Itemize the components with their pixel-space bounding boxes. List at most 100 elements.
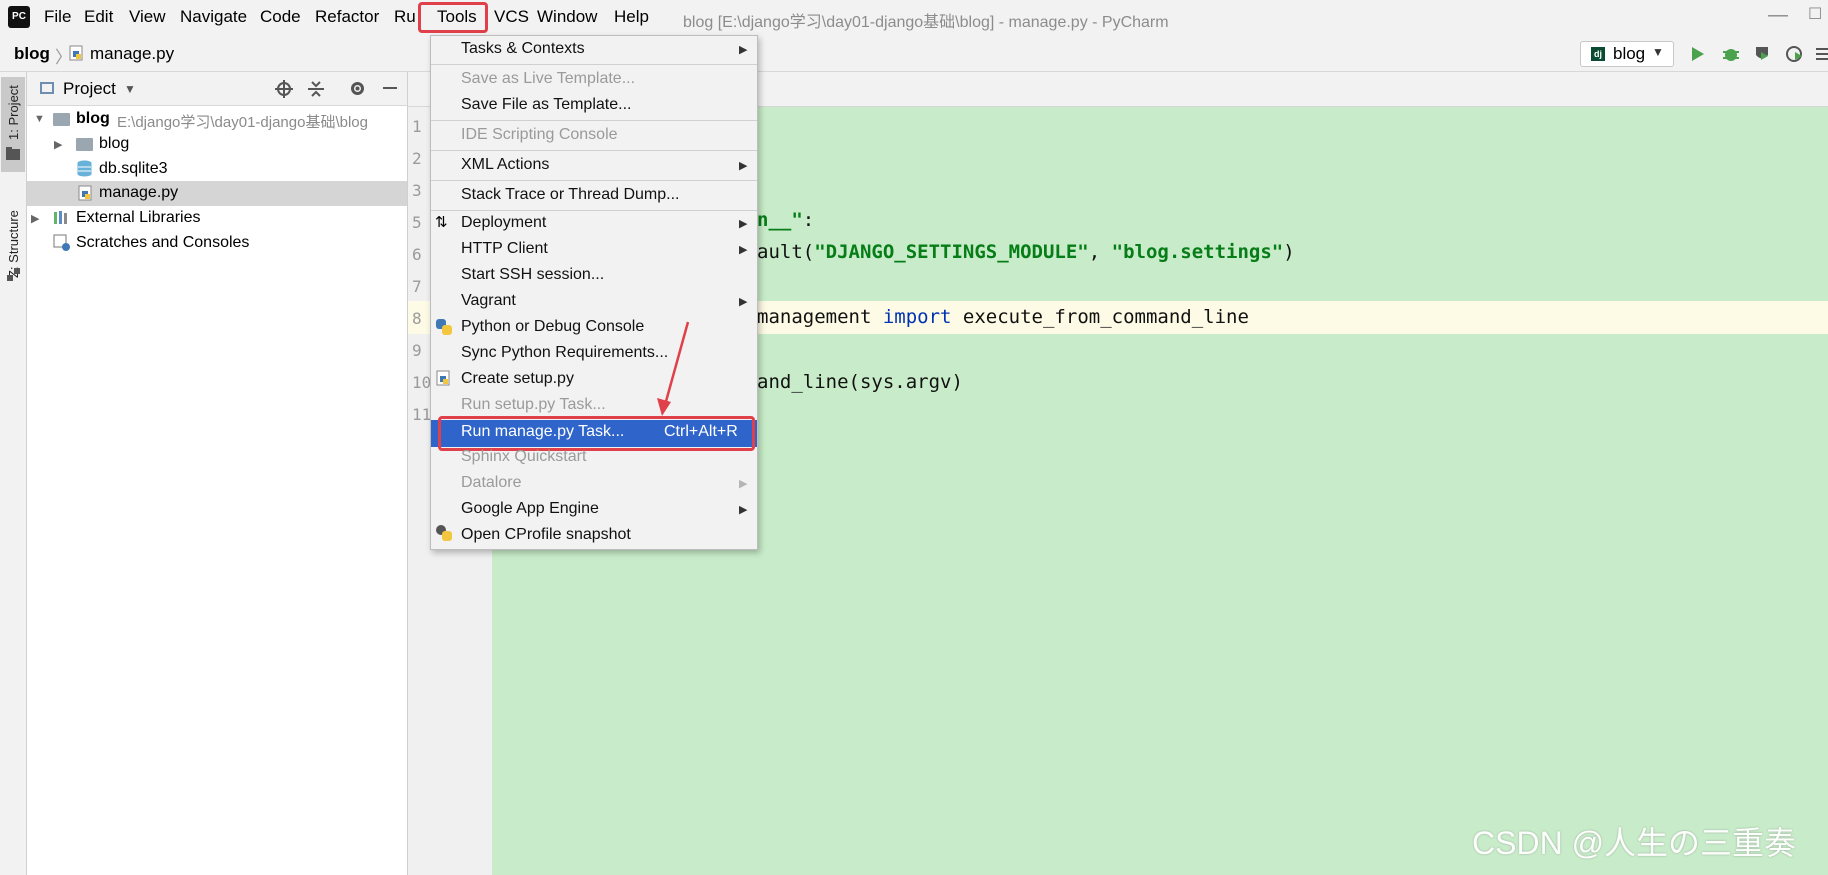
- menu-separator: [431, 64, 757, 65]
- project-title[interactable]: Project: [63, 79, 116, 99]
- code-line-8: management import execute_from_command_l…: [757, 306, 1249, 328]
- submenu-arrow-icon: ▶: [739, 160, 748, 172]
- menu-item-python-console[interactable]: Python or Debug Console: [461, 318, 644, 336]
- code-line-6: ault("DJANGO_SETTINGS_MODULE", "blog.set…: [757, 241, 1295, 263]
- menu-separator: [431, 180, 757, 181]
- menu-item-sync-requirements[interactable]: Sync Python Requirements...: [461, 344, 668, 362]
- pycharm-logo-icon: PC: [8, 6, 30, 28]
- menu-code[interactable]: Code: [260, 7, 301, 27]
- expand-arrow-icon[interactable]: ▼: [34, 113, 45, 125]
- python-console-icon: [436, 319, 452, 335]
- menu-navigate[interactable]: Navigate: [180, 7, 247, 27]
- menu-item-save-live-template: Save as Live Template...: [461, 70, 636, 87]
- folder-icon: [53, 113, 70, 126]
- profile-icon[interactable]: [1786, 45, 1804, 63]
- line-number: 1: [412, 117, 422, 136]
- chevron-down-icon[interactable]: ▼: [124, 82, 136, 96]
- menu-item-deployment[interactable]: Deployment: [461, 214, 546, 232]
- navigation-bar: [0, 37, 1828, 72]
- submenu-arrow-icon: ▶: [739, 478, 748, 490]
- gear-icon[interactable]: [349, 80, 366, 97]
- library-icon: [54, 211, 67, 224]
- python-file-icon: [78, 185, 92, 201]
- menu-item-datalore: Datalore: [461, 474, 522, 491]
- menu-item-start-ssh[interactable]: Start SSH session...: [461, 266, 604, 284]
- chevron-down-icon: ▼: [1652, 45, 1664, 59]
- window-title: blog [E:\django学习\day01-django基础\blog] -…: [683, 14, 1169, 31]
- menu-separator: [431, 150, 757, 151]
- menu-item-open-cprofile[interactable]: Open CProfile snapshot: [461, 526, 631, 544]
- maximize-icon[interactable]: ☐: [1808, 4, 1822, 24]
- tree-root-name[interactable]: blog: [76, 110, 110, 128]
- tree-item-db[interactable]: db.sqlite3: [99, 160, 168, 178]
- tree-root-path: E:\django学习\day01-django基础\blog: [117, 114, 368, 131]
- hide-icon[interactable]: [382, 80, 398, 97]
- menu-separator: [431, 210, 757, 211]
- code-text: ault(: [757, 241, 815, 263]
- structure-icon: [7, 268, 20, 281]
- menu-separator: [431, 120, 757, 121]
- code-text: management: [757, 306, 883, 328]
- line-number: 8: [412, 309, 422, 328]
- collapse-all-icon[interactable]: [308, 80, 324, 98]
- line-number: 9: [412, 341, 422, 360]
- coverage-icon[interactable]: [1753, 45, 1771, 63]
- more-icon[interactable]: [1816, 47, 1828, 61]
- menu-item-ide-scripting-console: IDE Scripting Console: [461, 126, 618, 143]
- tab-project-label: 1: Project: [6, 85, 21, 140]
- deployment-icon: ⇅: [435, 214, 448, 231]
- breadcrumb-root[interactable]: blog: [14, 44, 50, 64]
- run-icon[interactable]: [1691, 46, 1705, 62]
- menu-file[interactable]: File: [44, 7, 71, 27]
- line-number: 11: [412, 405, 432, 424]
- minimize-icon[interactable]: —: [1768, 4, 1788, 27]
- menu-item-http-client[interactable]: HTTP Client: [461, 240, 548, 258]
- menu-item-xml-actions[interactable]: XML Actions: [461, 156, 549, 174]
- folder-icon: [76, 138, 93, 151]
- code-line-5: n__":: [757, 209, 814, 231]
- database-icon: [77, 160, 92, 177]
- line-number: 6: [412, 245, 422, 264]
- submenu-arrow-icon: ▶: [739, 218, 748, 230]
- menu-help[interactable]: Help: [614, 7, 649, 27]
- menu-item-run-setup-task: Run setup.py Task...: [461, 396, 606, 413]
- menu-item-tasks-contexts[interactable]: Tasks & Contexts: [461, 40, 585, 58]
- menu-vcs[interactable]: VCS: [494, 7, 529, 27]
- folder-icon: [6, 147, 20, 160]
- scratches-icon: [53, 234, 70, 251]
- submenu-arrow-icon: ▶: [739, 296, 748, 308]
- line-number: 3: [412, 181, 422, 200]
- tab-structure-label[interactable]: Z: Structure: [6, 188, 21, 278]
- expand-arrow-icon[interactable]: ▶: [54, 138, 62, 151]
- menu-run[interactable]: Run: [394, 7, 416, 27]
- project-view-icon: [40, 82, 54, 94]
- menu-edit[interactable]: Edit: [84, 7, 113, 27]
- menu-item-create-setup[interactable]: Create setup.py: [461, 370, 574, 388]
- submenu-arrow-icon: ▶: [739, 44, 748, 56]
- tree-item-scratches[interactable]: Scratches and Consoles: [76, 234, 249, 252]
- python-file-icon: [69, 45, 83, 61]
- tree-item-manage-py[interactable]: manage.py: [99, 184, 178, 202]
- menu-item-sphinx-quickstart: Sphinx Quickstart: [461, 448, 587, 465]
- code-string: "blog.settings": [1111, 241, 1284, 263]
- code-text: ): [1283, 241, 1295, 263]
- menu-item-vagrant[interactable]: Vagrant: [461, 292, 516, 310]
- menu-item-stack-trace[interactable]: Stack Trace or Thread Dump...: [461, 186, 679, 204]
- locate-icon[interactable]: [275, 80, 293, 98]
- tools-annotation-box: [418, 2, 488, 33]
- cprofile-icon: [436, 525, 452, 541]
- tree-item-blog[interactable]: blog: [99, 135, 129, 153]
- menu-item-save-file-template[interactable]: Save File as Template...: [461, 96, 631, 114]
- code-text: ,: [1088, 241, 1112, 263]
- code-line-10: and_line(sys.argv): [757, 371, 963, 393]
- menu-item-google-app-engine[interactable]: Google App Engine: [461, 500, 599, 518]
- menu-view[interactable]: View: [129, 7, 166, 27]
- debug-icon[interactable]: [1722, 45, 1740, 63]
- breadcrumb-file[interactable]: manage.py: [90, 44, 174, 64]
- expand-arrow-icon[interactable]: ▶: [31, 212, 39, 225]
- menu-refactor[interactable]: Refactor: [315, 7, 379, 27]
- menu-window[interactable]: Window: [537, 7, 597, 27]
- tree-item-external-libraries[interactable]: External Libraries: [76, 209, 201, 227]
- submenu-arrow-icon: ▶: [739, 244, 748, 256]
- code-string: "DJANGO_SETTINGS_MODULE": [814, 241, 1089, 263]
